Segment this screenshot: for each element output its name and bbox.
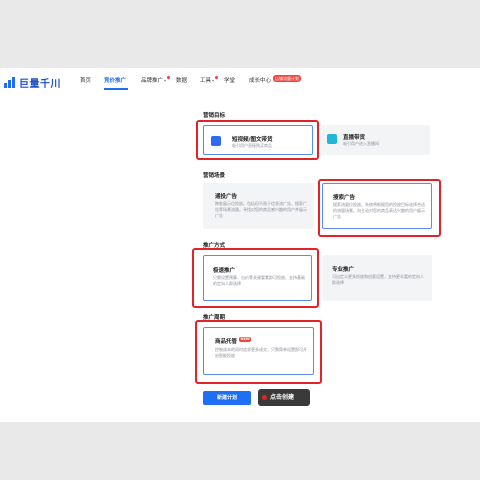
highlight-box-quick-promo	[192, 248, 319, 308]
section-title-marketing-goal: 营销目标	[203, 113, 226, 119]
nav-item-brand[interactable]: 品牌推广▾	[141, 76, 171, 84]
logo-bars-icon	[4, 77, 16, 88]
card-desc: 跨各展示位投放。包括但不限于信息流广告、搜索广告等场景流量。寻找对您的商品感兴趣…	[215, 201, 307, 218]
highlight-box-short-video	[196, 120, 319, 160]
nav-item-bidding[interactable]: 竞价推广	[104, 76, 126, 84]
nav-item-growth[interactable]: 成长中心	[249, 76, 271, 84]
nav-item-academy[interactable]: 学堂	[224, 76, 235, 84]
annotation-callout: 点击创建	[258, 389, 310, 406]
notification-dot-icon	[167, 76, 171, 79]
live-tv-icon	[327, 134, 337, 144]
pointer-dot-icon	[262, 395, 267, 400]
highlight-box-product-hosting	[195, 320, 322, 384]
callout-text: 点击创建	[270, 394, 295, 401]
new-plan-button[interactable]: 新建计划	[203, 391, 251, 405]
card-title: 直播带货	[343, 135, 366, 141]
card-title: 专业推广	[332, 267, 355, 273]
top-nav: 巨量千川 首页 竞价推广 品牌推广▾ 数据 工具▾ 学堂 成长中心 店铺流量计划	[0, 68, 480, 92]
card-desc: 吸引用户进入直播间	[343, 141, 379, 146]
brand-name: 巨量千川	[19, 79, 61, 90]
chevron-down-icon: ▾	[212, 78, 215, 83]
nav-item-data[interactable]: 数据	[176, 76, 187, 84]
card-desc: 可自定义更多投放和创意设置，支持更丰富的定向人群选择	[332, 274, 424, 285]
notification-dot-icon	[215, 76, 219, 79]
brand-logo[interactable]: 巨量千川	[4, 75, 61, 90]
card-live[interactable]: 直播带货 吸引用户进入直播间	[321, 125, 430, 155]
nav-item-label: 工具	[200, 78, 212, 84]
nav-item-tools[interactable]: 工具▾	[200, 76, 219, 84]
chevron-down-icon: ▾	[164, 78, 167, 83]
app-window: 巨量千川 首页 竞价推广 品牌推广▾ 数据 工具▾ 学堂 成长中心 店铺流量计划…	[0, 68, 480, 422]
nav-item-label: 竞价推广	[104, 78, 127, 84]
nav-item-label: 品牌推广	[141, 78, 164, 84]
section-title-marketing-scene: 营销场景	[203, 173, 226, 179]
active-tab-indicator	[104, 88, 128, 90]
card-title: 通投广告	[215, 194, 238, 200]
card-general-ad[interactable]: 通投广告 跨各展示位投放。包括但不限于信息流广告、搜索广告等场景流量。寻找对您的…	[203, 183, 314, 229]
nav-item-home[interactable]: 首页	[80, 76, 91, 84]
highlight-box-search-ad	[318, 179, 441, 237]
card-pro-promo[interactable]: 专业推广 可自定义更多投放和创意设置，支持更丰富的定向人群选择	[322, 255, 432, 301]
nav-badge: 店铺流量计划	[273, 75, 301, 82]
